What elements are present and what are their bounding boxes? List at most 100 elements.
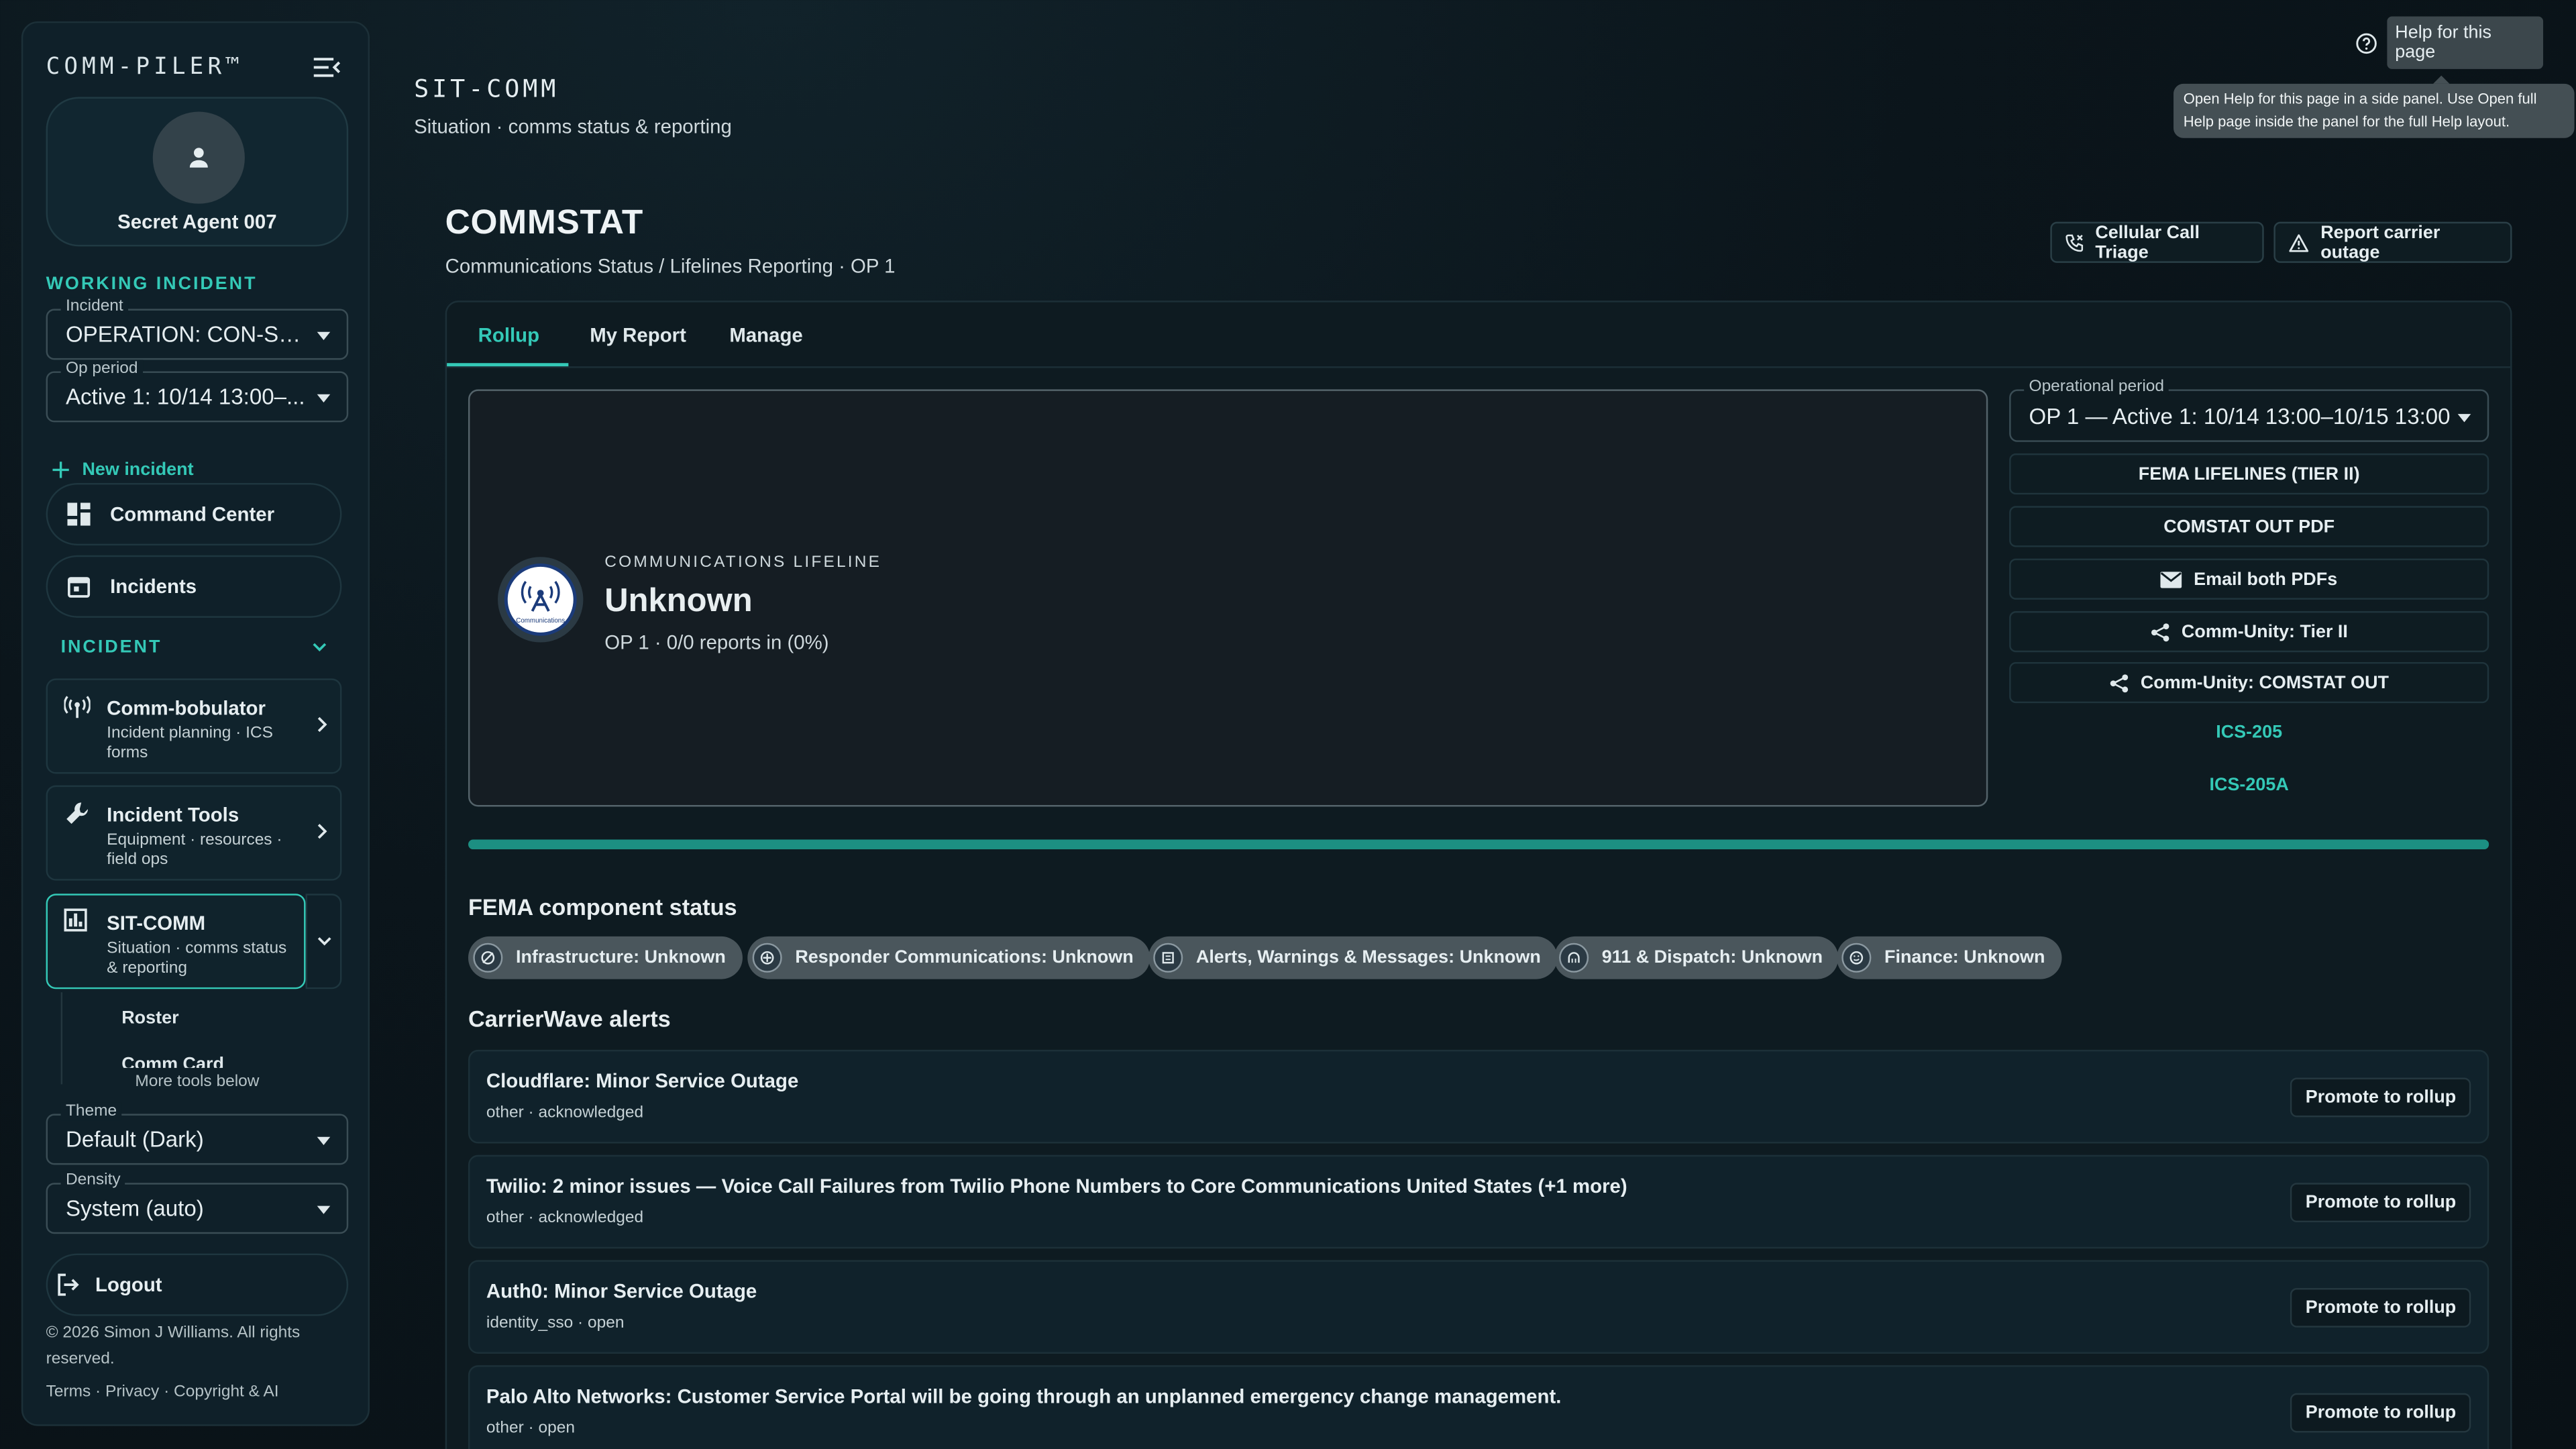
logout-button[interactable]: Logout (46, 1253, 349, 1316)
report-carrier-outage-label: Report carrier outage (2320, 222, 2440, 262)
working-incident-label: WORKING INCIDENT (46, 274, 258, 294)
lifeline-meta: OP 1 · 0/0 reports in (0%) (604, 631, 829, 654)
alert-item: Auth0: Minor Service Outage identity_sso… (468, 1260, 2489, 1354)
footer-links[interactable]: Terms · Privacy · Copyright & AI (46, 1380, 350, 1406)
alert-item: Twilio: 2 minor issues — Voice Call Fail… (468, 1155, 2489, 1249)
report-carrier-outage-button[interactable]: Report carrier outage (2273, 221, 2512, 263)
comm-unity-comstat-out-button[interactable]: Comm-Unity: COMSTAT OUT (2009, 661, 2489, 704)
alert-meta: other · acknowledged (486, 1209, 644, 1228)
component-chip-alerts-warnings[interactable]: Alerts, Warnings & Messages: Unknown (1148, 936, 1558, 979)
tab-rollup[interactable]: Rollup (478, 323, 539, 346)
submenu-divider (60, 992, 63, 1085)
comstat-out-pdf-label: COMSTAT OUT PDF (2163, 517, 2335, 537)
help-tooltip: Open Help for this page in a side panel.… (2174, 75, 2575, 138)
email-pdfs-button[interactable]: Email both PDFs (2009, 558, 2489, 600)
dispatch-icon (1559, 943, 1589, 973)
alert-item: Cloudflare: Minor Service Outage other ·… (468, 1049, 2489, 1144)
chevron-right-icon (317, 823, 327, 839)
chevron-down-icon (317, 331, 331, 340)
component-chip-responder-communications[interactable]: Responder Communications: Unknown (747, 936, 1150, 979)
component-chip-label: 911 & Dispatch: Unknown (1601, 948, 1823, 968)
alert-meta: identity_sso · open (486, 1314, 625, 1333)
fema-component-heading: FEMA component status (468, 894, 737, 920)
incidents-button[interactable]: Incidents (46, 555, 342, 618)
tab-manage[interactable]: Manage (729, 323, 802, 346)
cellular-call-triage-button[interactable]: Cellular Call Triage (2050, 221, 2264, 263)
alerts-icon (1153, 943, 1183, 973)
reports-progress-bar (468, 839, 2489, 850)
active-tab-indicator (447, 363, 569, 367)
promote-to-rollup-button[interactable]: Promote to rollup (2290, 1393, 2471, 1433)
op-period-select-label: Op period (60, 360, 143, 378)
promote-to-rollup-button[interactable]: Promote to rollup (2290, 1183, 2471, 1223)
alert-title: Palo Alto Networks: Customer Service Por… (486, 1385, 1562, 1408)
sit-comm-expand-button[interactable] (305, 894, 342, 989)
finance-icon (1841, 943, 1872, 973)
chevron-down-icon (317, 394, 331, 403)
help-button[interactable]: Help for this page (2351, 16, 2544, 69)
nav-card-title: SIT-COMM (107, 912, 206, 935)
promote-to-rollup-button[interactable]: Promote to rollup (2290, 1288, 2471, 1328)
component-chip-infrastructure[interactable]: Infrastructure: Unknown (468, 936, 743, 979)
density-select[interactable]: Density System (auto) (46, 1171, 349, 1234)
bar-chart-icon (64, 908, 87, 932)
menu-collapse-icon[interactable] (312, 56, 341, 78)
plus-icon (52, 462, 69, 478)
new-incident-button[interactable]: New incident (52, 460, 194, 480)
infrastructure-icon (473, 943, 503, 973)
chevron-down-icon (317, 937, 331, 946)
promote-to-rollup-button[interactable]: Promote to rollup (2290, 1077, 2471, 1118)
copyright-text: © 2026 Simon J Williams. All rights rese… (46, 1324, 301, 1369)
nav-card-comm-bobulator[interactable]: Comm-bobulator Incident planning · ICS f… (46, 678, 342, 774)
op-period-select[interactable]: Op period Active 1: 10/14 13:00–... (46, 360, 349, 423)
chevron-down-icon[interactable] (312, 643, 327, 653)
comm-unity-tier2-button[interactable]: Comm-Unity: Tier II (2009, 611, 2489, 653)
lifeline-status: Unknown (604, 583, 753, 620)
dashboard-icon (67, 502, 91, 526)
theme-select[interactable]: Theme Default (Dark) (46, 1102, 349, 1165)
wrench-icon (64, 800, 91, 826)
alert-title: Cloudflare: Minor Service Outage (486, 1069, 799, 1093)
command-center-button[interactable]: Command Center (46, 483, 342, 546)
comstat-out-pdf-button[interactable]: COMSTAT OUT PDF (2009, 506, 2489, 547)
lifeline-overline: COMMUNICATIONS LIFELINE (604, 553, 882, 572)
help-circle-icon (2356, 32, 2377, 53)
communications-lifeline-icon: Communications (498, 557, 584, 643)
theme-select-label: Theme (60, 1102, 122, 1121)
chevron-down-icon (2457, 414, 2471, 423)
sub-item-roster[interactable]: Roster (121, 1009, 178, 1028)
op-period-select-value: Active 1: 10/14 13:00–... (65, 384, 305, 409)
incident-select[interactable]: Incident OPERATION: CON-SP... (46, 297, 349, 360)
sidebar: COMM-PILER™ Secret Agent 007 WORKING INC… (21, 21, 370, 1426)
user-card[interactable]: Secret Agent 007 (46, 97, 349, 247)
carrierwave-alerts-heading: CarrierWave alerts (468, 1005, 671, 1032)
incident-select-value: OPERATION: CON-SP... (65, 322, 309, 347)
incident-section-label: INCIDENT (60, 637, 162, 657)
component-chip-finance[interactable]: Finance: Unknown (1836, 936, 2061, 979)
share-icon (2110, 674, 2128, 692)
component-chip-label: Finance: Unknown (1884, 948, 2045, 968)
comm-unity-comstat-out-label: Comm-Unity: COMSTAT OUT (2140, 672, 2389, 693)
alert-title: Twilio: 2 minor issues — Voice Call Fail… (486, 1175, 1627, 1198)
operational-period-value: OP 1 — Active 1: 10/14 13:00–10/15 13:00 (2029, 404, 2451, 429)
page-title: SIT-COMM (414, 74, 559, 104)
component-chip-911-dispatch[interactable]: 911 & Dispatch: Unknown (1554, 936, 1839, 979)
nav-card-sit-comm[interactable]: SIT-COMM Situation · comms status & repo… (46, 894, 306, 989)
svg-text:Communications: Communications (516, 617, 565, 625)
nav-card-title: Incident Tools (107, 803, 239, 826)
ics-205-link[interactable]: ICS-205 (2009, 723, 2489, 743)
fema-lifelines-button[interactable]: FEMA LIFELINES (TIER II) (2009, 453, 2489, 495)
ics-205a-link[interactable]: ICS-205A (2009, 775, 2489, 795)
fema-lifelines-label: FEMA LIFELINES (TIER II) (2138, 464, 2360, 484)
logout-icon (58, 1273, 79, 1296)
nav-card-incident-tools[interactable]: Incident Tools Equipment · resources · f… (46, 785, 342, 881)
sub-item-comm-card[interactable]: Comm Card (121, 1055, 224, 1068)
user-name: Secret Agent 007 (117, 210, 277, 233)
reports-progress-fill (468, 839, 2489, 850)
operational-period-select[interactable]: Operational period OP 1 — Active 1: 10/1… (2009, 378, 2489, 442)
component-chip-label: Alerts, Warnings & Messages: Unknown (1195, 948, 1541, 968)
help-button-label: Help for this page (2387, 16, 2544, 69)
logout-label: Logout (95, 1273, 162, 1297)
tab-my-report[interactable]: My Report (590, 323, 686, 346)
chevron-down-icon (317, 1136, 331, 1145)
